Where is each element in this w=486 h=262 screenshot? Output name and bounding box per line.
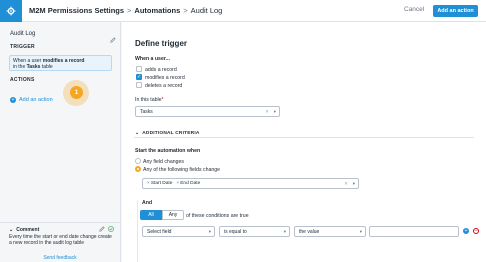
breadcrumb-separator-icon: >: [183, 6, 188, 15]
trigger-middle: in the: [13, 64, 26, 70]
clear-icon[interactable]: ✕: [265, 109, 269, 115]
clear-icon[interactable]: ✕: [344, 181, 348, 187]
condition-value-input[interactable]: [369, 226, 459, 237]
adds-record-label: adds a record: [145, 67, 177, 73]
pencil-icon: [110, 37, 116, 43]
additional-criteria-toggle[interactable]: ⌄ ADDITIONAL CRITERIA: [135, 131, 200, 136]
following-fields-label: Any of the following fields change: [143, 167, 220, 173]
chevron-down-icon: ▾: [273, 109, 276, 114]
comment-panel: ⌄ Comment Every time the start or end da…: [0, 222, 120, 262]
table-label-text: In this table: [135, 97, 162, 103]
comment-text: Every time the start or end date change …: [9, 234, 112, 246]
breadcrumb-item-automations[interactable]: Automations: [134, 6, 180, 15]
trigger-card[interactable]: When a user modifies a record in the Tas…: [9, 55, 112, 71]
deletes-record-label: deletes a record: [145, 83, 183, 89]
table-select-value: Tasks: [140, 108, 153, 115]
onboarding-beacon[interactable]: 1: [70, 86, 83, 99]
condition-operator-select[interactable]: is equal to ▾: [219, 226, 290, 237]
chevron-down-icon: ⌄: [9, 227, 14, 233]
top-bar: M2M Permissions Settings > Automations > Aud…: [0, 0, 486, 22]
table-label: In this table*: [135, 97, 164, 103]
comment-actions: [99, 226, 114, 232]
breadcrumb-item-current: Audit Log: [190, 6, 223, 15]
modifies-record-label: modifies a record: [145, 75, 185, 81]
additional-criteria-label: ADDITIONAL CRITERIA: [142, 131, 200, 136]
table-select[interactable]: Tasks ✕ ▾: [135, 106, 280, 117]
chevron-down-icon: ▾: [283, 229, 286, 234]
condition-value-source-select[interactable]: the value ▾: [294, 226, 366, 237]
when-user-label: When a user...: [135, 56, 170, 62]
sidebar: Audit Log TRIGGER When a user modifies a…: [0, 22, 121, 262]
field-chip: × End Date: [176, 181, 201, 186]
remove-condition-icon[interactable]: –: [473, 228, 479, 234]
start-automation-label: Start the automation when: [135, 148, 201, 154]
following-fields-radio[interactable]: [135, 166, 141, 172]
add-action-button[interactable]: Add an action: [433, 5, 478, 17]
any-field-label: Any field changes: [143, 159, 184, 165]
breadcrumb: M2M Permissions Settings > Automations > Aud…: [29, 6, 222, 15]
modifies-record-checkbox[interactable]: ✓: [136, 74, 142, 80]
remove-chip-icon[interactable]: ×: [176, 181, 179, 186]
condition-value-source: the value: [299, 228, 320, 235]
match-any-toggle[interactable]: Any: [162, 210, 184, 220]
main-panel: Define trigger When a user... adds a rec…: [122, 22, 486, 262]
remove-chip-icon[interactable]: ×: [147, 181, 150, 186]
settings-app-icon[interactable]: [0, 0, 22, 22]
comment-toggle[interactable]: ⌄ Comment: [9, 227, 39, 233]
section-divider: [134, 137, 474, 138]
add-action-link[interactable]: + Add an action: [10, 97, 53, 103]
and-label: And: [142, 200, 153, 206]
condition-group-line: [137, 200, 138, 262]
chevron-down-icon: ⌄: [135, 131, 140, 136]
cancel-button[interactable]: Cancel: [404, 6, 424, 13]
required-mark: *: [161, 97, 164, 103]
deletes-record-checkbox[interactable]: [136, 82, 142, 88]
condition-field-placeholder: Select field: [147, 228, 172, 235]
pencil-icon[interactable]: [99, 226, 105, 232]
conditions-suffix: of these conditions are true: [186, 213, 249, 219]
add-condition-icon[interactable]: +: [463, 228, 469, 234]
any-field-radio[interactable]: [135, 158, 141, 164]
trigger-suffix: table: [41, 64, 53, 70]
plus-icon: +: [10, 97, 16, 103]
breadcrumb-separator-icon: >: [127, 6, 132, 15]
trigger-table: Tasks: [26, 64, 41, 70]
automation-name: Audit Log: [10, 31, 36, 37]
gear-icon: [6, 6, 16, 16]
fields-multiselect[interactable]: × Start Date × End Date ✕ ▾: [142, 178, 359, 189]
chevron-down-icon: ▾: [352, 181, 355, 186]
condition-operator-value: is equal to: [224, 228, 247, 235]
field-chip: × Start Date: [147, 181, 173, 186]
match-all-toggle[interactable]: All: [140, 210, 162, 220]
page-title: Define trigger: [135, 39, 188, 48]
chevron-down-icon: ▾: [208, 229, 211, 234]
comment-heading: Comment: [16, 227, 40, 233]
breadcrumb-item-app[interactable]: M2M Permissions Settings: [29, 6, 124, 15]
chevron-down-icon: ▾: [359, 229, 362, 234]
send-feedback-link[interactable]: Send feedback: [0, 255, 120, 261]
condition-field-select[interactable]: Select field ▾: [142, 226, 215, 237]
edit-name-button[interactable]: [110, 30, 116, 48]
trigger-heading: TRIGGER: [10, 44, 35, 50]
adds-record-checkbox[interactable]: [136, 66, 142, 72]
actions-heading: ACTIONS: [10, 77, 35, 83]
add-action-link-label: Add an action: [19, 97, 53, 103]
check-icon[interactable]: [108, 226, 114, 232]
